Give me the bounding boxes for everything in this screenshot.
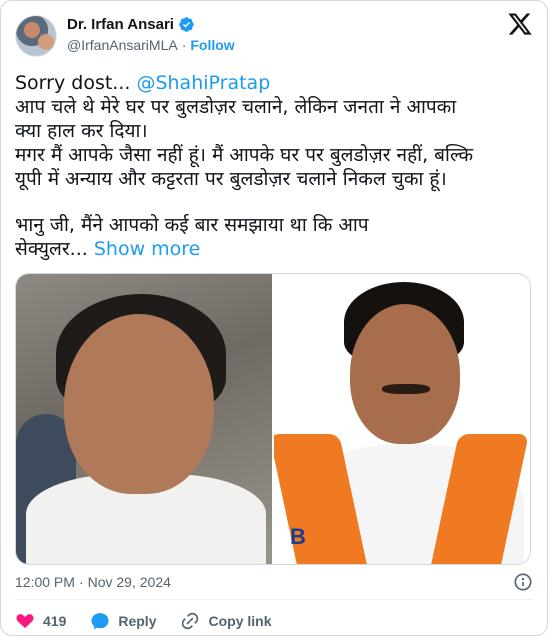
time-separator: · xyxy=(78,574,84,590)
info-icon[interactable] xyxy=(513,572,533,592)
display-name-row: Dr. Irfan Ansari xyxy=(67,13,235,35)
heart-icon xyxy=(16,614,34,629)
copy-link-label: Copy link xyxy=(208,613,272,629)
show-more-link[interactable]: Show more xyxy=(94,238,201,260)
tweet-header: Dr. Irfan Ansari @IrfanAnsariMLA · Follo… xyxy=(15,11,533,63)
media-photo-left[interactable] xyxy=(16,274,272,564)
handle-separator: · xyxy=(181,37,187,53)
tweet-line: यूपी में अन्याय और कट्टरता पर बुलडोज़र च… xyxy=(15,168,447,190)
author-avatar[interactable] xyxy=(15,15,57,57)
tweet-line: भानु जी, मैंने आपको कई बार समझाया था कि … xyxy=(15,214,369,236)
tweet-actions: 419 Reply Copy link xyxy=(15,609,272,633)
tweet-media: B xyxy=(15,273,531,565)
follow-button[interactable]: Follow xyxy=(190,37,234,53)
author-names: Dr. Irfan Ansari @IrfanAnsariMLA · Follo… xyxy=(67,13,235,54)
tweet-time: 12:00 PM xyxy=(15,574,75,590)
tweet-meta: 12:00 PM · Nov 29, 2024 xyxy=(15,571,533,593)
tweet-line: Sorry dost... @ShahiPratap xyxy=(15,71,535,95)
face xyxy=(350,304,460,444)
face xyxy=(64,314,214,494)
author-handle[interactable]: @IrfanAnsariMLA xyxy=(67,37,178,53)
reply-bubble-icon xyxy=(91,613,109,630)
mustache xyxy=(382,384,430,394)
timestamp[interactable]: 12:00 PM · Nov 29, 2024 xyxy=(15,574,171,590)
scarf-letter: B xyxy=(290,524,306,549)
author-display-name[interactable]: Dr. Irfan Ansari xyxy=(67,16,174,33)
tweet-line: मगर मैं आपके जैसा नहीं हूं। मैं आपके घर … xyxy=(15,144,474,166)
copy-link-button[interactable]: Copy link xyxy=(180,611,272,631)
tweet-line: आप चले थे मेरे घर पर बुलडोज़र चलाने, लेक… xyxy=(15,96,457,118)
reply-label: Reply xyxy=(118,613,157,629)
handle-row: @IrfanAnsariMLA · Follow xyxy=(67,37,235,53)
reply-button[interactable]: Reply xyxy=(90,611,156,631)
tweet-text: Sorry dost... @ShahiPratap आप चले थे मेर… xyxy=(15,71,535,261)
divider xyxy=(15,599,533,600)
like-button[interactable]: 419 xyxy=(15,611,66,631)
tweet-date: Nov 29, 2024 xyxy=(87,574,171,590)
mention-link[interactable]: @ShahiPratap xyxy=(136,72,270,94)
tweet-line-text: Sorry dost... xyxy=(15,72,137,94)
link-icon xyxy=(182,612,199,630)
verified-badge-icon xyxy=(179,16,194,32)
tweet-line: सेक्युलर... Show more xyxy=(15,237,535,261)
tweet-line-text: सेक्युलर... xyxy=(15,238,94,260)
tweet-card: Dr. Irfan Ansari @IrfanAnsariMLA · Follo… xyxy=(0,0,548,636)
like-count: 419 xyxy=(43,613,67,629)
media-photo-right[interactable]: B xyxy=(274,274,530,564)
tweet-line: क्या हाल कर दिया। xyxy=(15,120,148,142)
x-logo-icon[interactable] xyxy=(507,11,533,37)
